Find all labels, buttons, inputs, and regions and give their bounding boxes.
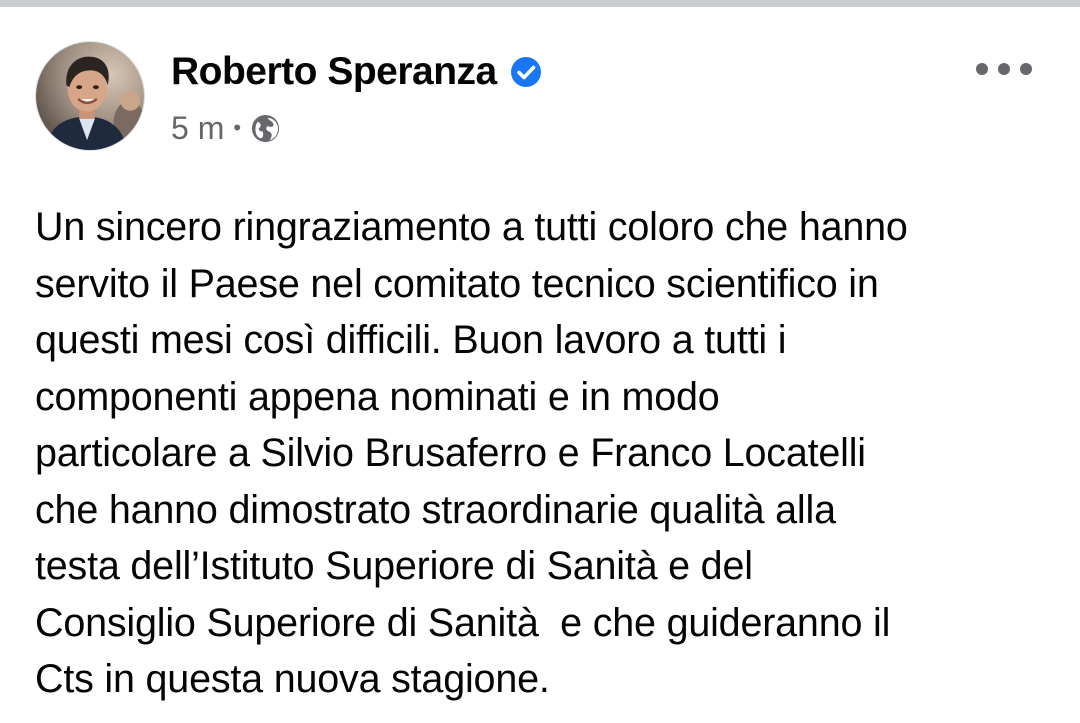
more-horizontal-icon [976,63,988,75]
post-timestamp[interactable]: 5 m [171,110,224,147]
more-options-button[interactable] [976,51,1032,87]
verified-badge-icon [509,55,543,89]
author-name[interactable]: Roberto Speranza [171,50,497,94]
post-meta: 5 m • [171,108,281,148]
more-horizontal-icon [1020,63,1032,75]
top-divider [0,0,1080,7]
author-header: Roberto Speranza [171,47,543,97]
more-horizontal-icon [998,63,1010,75]
author-avatar[interactable] [35,41,145,151]
globe-icon[interactable] [250,113,281,144]
post-body-text: Un sincero ringraziamento a tutti coloro… [35,205,908,701]
profile-photo-icon [36,42,144,150]
facebook-post: Roberto Speranza 5 m • Un sincero ringra… [0,7,1080,723]
meta-separator: • [233,115,242,140]
